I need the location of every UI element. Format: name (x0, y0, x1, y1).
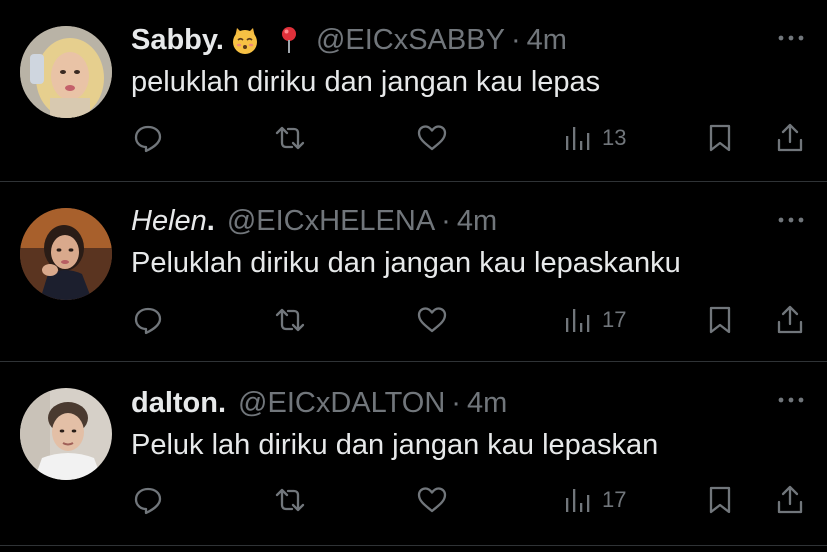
action-bar: 17 (0, 482, 827, 518)
timestamp[interactable]: 4m (527, 24, 567, 57)
heart-icon (417, 307, 447, 333)
separator-dot: · (441, 204, 451, 237)
share-icon (777, 123, 803, 152)
tweet-text: Peluklah diriku dan jangan kau lepaskank… (131, 247, 681, 279)
retweet-button[interactable] (274, 302, 306, 338)
views-icon (566, 127, 590, 150)
action-bar: 17 (0, 302, 827, 338)
share-button[interactable] (774, 482, 806, 518)
tweet[interactable]: Sabby. @EICxSABBY · 4m peluklah diriku d… (0, 0, 827, 182)
like-button[interactable] (416, 482, 448, 518)
views-button[interactable]: 17 (562, 482, 626, 518)
share-button[interactable] (774, 302, 806, 338)
avatar-image (20, 26, 112, 118)
view-count: 17 (602, 487, 627, 512)
retweet-icon (275, 308, 305, 332)
separator-dot: · (451, 386, 461, 419)
retweet-icon (275, 488, 305, 512)
reply-button[interactable] (132, 120, 164, 156)
user-handle[interactable]: @EICxDALTON (238, 387, 445, 420)
views-button[interactable]: 17 (562, 302, 626, 338)
display-name[interactable]: dalton. (131, 387, 226, 420)
tweet-header: Sabby. @EICxSABBY · 4m (131, 20, 567, 60)
retweet-button[interactable] (274, 120, 306, 156)
display-name-rest: . (206, 204, 215, 237)
bookmark-button[interactable] (704, 482, 736, 518)
bookmark-icon (709, 486, 731, 514)
timeline-feed: Sabby. @EICxSABBY · 4m peluklah diriku d… (0, 0, 827, 552)
more-icon[interactable] (775, 390, 807, 410)
like-button[interactable] (416, 302, 448, 338)
retweet-button[interactable] (274, 482, 306, 518)
display-name[interactable]: Sabby. (131, 24, 224, 57)
views-icon (566, 309, 590, 332)
reply-icon (134, 487, 162, 515)
bookmark-icon (709, 124, 731, 152)
reply-button[interactable] (132, 482, 164, 518)
heart-icon (417, 487, 447, 513)
avatar[interactable] (20, 208, 112, 300)
more-icon[interactable] (775, 28, 807, 48)
avatar[interactable] (20, 388, 112, 480)
avatar-image (20, 208, 112, 300)
reply-button[interactable] (132, 302, 164, 338)
tweet[interactable]: dalton. @EICxDALTON · 4m Peluk lah dirik… (0, 362, 827, 546)
display-name[interactable]: Helen. (131, 205, 215, 238)
display-name-italic: Helen (131, 204, 207, 237)
retweet-icon (275, 126, 305, 150)
timestamp[interactable]: 4m (457, 205, 497, 238)
user-handle[interactable]: @EICxHELENA (227, 205, 435, 238)
bookmark-button[interactable] (704, 302, 736, 338)
views-icon (566, 489, 590, 512)
tweet[interactable]: Helen. @EICxHELENA · 4m Peluklah diriku … (0, 182, 827, 362)
reply-icon (134, 307, 162, 335)
action-bar: 13 (0, 120, 827, 156)
avatar-image (20, 388, 112, 480)
tweet-text: peluklah diriku dan jangan kau lepas (131, 66, 601, 98)
share-icon (777, 305, 803, 334)
views-button[interactable]: 13 (562, 120, 626, 156)
separator-dot: · (510, 23, 521, 56)
heart-icon (417, 125, 447, 151)
avatar[interactable] (20, 26, 112, 118)
user-handle[interactable]: @EICxSABBY (316, 24, 505, 57)
view-count: 13 (602, 125, 627, 150)
timestamp[interactable]: 4m (467, 387, 507, 420)
like-button[interactable] (416, 120, 448, 156)
share-icon (777, 485, 803, 514)
reply-icon (134, 125, 162, 153)
tweet-text: Peluk lah diriku dan jangan kau lepaskan (131, 429, 659, 461)
bookmark-icon (709, 306, 731, 334)
kissing-cat-emoji-icon (230, 25, 260, 55)
bookmark-button[interactable] (704, 120, 736, 156)
tweet-header: Helen. @EICxHELENA · 4m (131, 201, 497, 241)
tweet-header: dalton. @EICxDALTON · 4m (131, 383, 507, 423)
round-pushpin-emoji-icon (274, 25, 304, 55)
share-button[interactable] (774, 120, 806, 156)
view-count: 17 (602, 307, 627, 332)
more-icon[interactable] (775, 210, 807, 230)
